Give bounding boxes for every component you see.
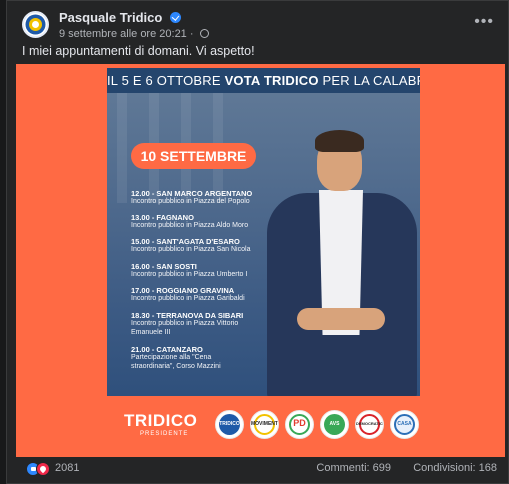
post-media[interactable]: IL 5 E 6 OTTOBRE VOTA TRIDICO PER LA CAL… xyxy=(16,64,505,457)
candidate-photo xyxy=(257,128,420,396)
post-header: Pasquale Tridico 9 settembre alle ore 20… xyxy=(15,7,502,41)
post-stats: 2081 Commenti: 699 Condivisioni: 168 xyxy=(16,461,505,479)
event-desc: Incontro pubblico in Piazza del Popolo xyxy=(131,198,250,205)
event-title: 21.00 - CATANZARO xyxy=(131,345,203,354)
candidate-hands xyxy=(297,308,385,330)
event-title: 12.00 - SAN MARCO ARGENTANO xyxy=(131,189,253,198)
love-reaction-icon xyxy=(36,462,50,476)
event-item: 17.00 - ROGGIANO GRAVINA Incontro pubbli… xyxy=(131,286,245,304)
event-item: 18.30 - TERRANOVA DA SIBARI Incontro pub… xyxy=(131,311,243,337)
poster-banner: IL 5 E 6 OTTOBRE VOTA TRIDICO PER LA CAL… xyxy=(107,68,420,93)
event-desc: straordinaria", Corso Mazzini xyxy=(131,362,221,370)
date-pill: 10 SETTEMBRE xyxy=(131,143,256,169)
banner-text-post: PER LA CALABRIA xyxy=(322,73,420,88)
post-caption: I miei appuntamenti di domani. Vi aspett… xyxy=(22,44,255,58)
author-name-text[interactable]: Pasquale Tridico xyxy=(59,10,162,25)
shares-count[interactable]: Condivisioni: 168 xyxy=(413,462,497,474)
event-desc: Incontro pubblico in Piazza Aldo Moro xyxy=(131,222,249,229)
comments-count[interactable]: Commenti: 699 xyxy=(316,462,391,474)
post-timestamp[interactable]: 9 settembre alle ore 20:21 xyxy=(59,28,187,40)
event-title: 16.00 - SAN SOSTI xyxy=(131,262,197,271)
party-logo: MOVIMENTO xyxy=(250,410,279,439)
event-item: 21.00 - CATANZARO Partecipazione alla "C… xyxy=(131,345,221,371)
author-avatar[interactable] xyxy=(22,11,49,38)
party-logo: CASA xyxy=(390,410,419,439)
reaction-count[interactable]: 2081 xyxy=(55,462,79,474)
post-meta: 9 settembre alle ore 20:21 · xyxy=(59,28,209,40)
event-title: 17.00 - ROGGIANO GRAVINA xyxy=(131,286,235,295)
event-item: 16.00 - SAN SOSTI Incontro pubblico in P… xyxy=(131,262,247,280)
more-options-icon[interactable]: ••• xyxy=(474,13,494,31)
campaign-poster: IL 5 E 6 OTTOBRE VOTA TRIDICO PER LA CAL… xyxy=(107,68,420,396)
event-item: 13.00 - FAGNANO Incontro pubblico in Pia… xyxy=(131,213,248,231)
banner-text-bold: VOTA TRIDICO xyxy=(224,73,319,88)
poster-pillar xyxy=(117,93,127,203)
party-logo: TRIDICO xyxy=(215,410,244,439)
reaction-icons[interactable] xyxy=(26,462,50,478)
event-title: 18.30 - TERRANOVA DA SIBARI xyxy=(131,311,244,320)
party-logo-label: DEMOCRATICI xyxy=(356,421,384,426)
party-logo-label: AVS xyxy=(329,421,340,427)
party-logo-label: TRIDICO xyxy=(219,421,240,427)
event-title: 15.00 - SANT'AGATA D'ESARO xyxy=(131,237,240,246)
verified-badge-icon xyxy=(169,12,181,23)
tridico-logo-icon xyxy=(25,14,46,35)
party-logo: DEMOCRATICI xyxy=(355,410,384,439)
event-title: 13.00 - FAGNANO xyxy=(131,213,194,222)
poster-footer: TRIDICO PRESIDENTE TRIDICO MOVIMENTO PD … xyxy=(107,404,420,449)
party-logo-label: MOVIMENTO xyxy=(251,421,279,427)
post-card: Pasquale Tridico 9 settembre alle ore 20… xyxy=(6,0,509,484)
event-desc: Incontro pubblico in Piazza Umberto I xyxy=(131,271,248,278)
banner-text-pre: IL 5 E 6 OTTOBRE xyxy=(107,73,225,88)
event-item: 12.00 - SAN MARCO ARGENTANO Incontro pub… xyxy=(131,189,252,207)
candidate-hair xyxy=(315,130,364,152)
party-logo-label: PD xyxy=(293,418,306,428)
event-desc: Partecipazione alla "Cena xyxy=(131,354,212,361)
event-desc: Emanuele III xyxy=(131,328,171,336)
event-desc: Incontro pubblico in Piazza Vittorio xyxy=(131,320,239,327)
party-logo: PD xyxy=(285,410,314,439)
party-logo: AVS xyxy=(320,410,349,439)
event-item: 15.00 - SANT'AGATA D'ESARO Incontro pubb… xyxy=(131,237,250,255)
event-desc: Incontro pubblico in Piazza Garibaldi xyxy=(131,295,245,302)
public-globe-icon xyxy=(199,29,209,38)
author-name[interactable]: Pasquale Tridico xyxy=(59,10,181,25)
party-logo-label: CASA xyxy=(397,421,412,427)
brand-subtitle: PRESIDENTE xyxy=(140,431,189,437)
event-desc: Incontro pubblico in Piazza San Nicola xyxy=(131,246,251,253)
brand-name: TRIDICO xyxy=(124,411,198,430)
